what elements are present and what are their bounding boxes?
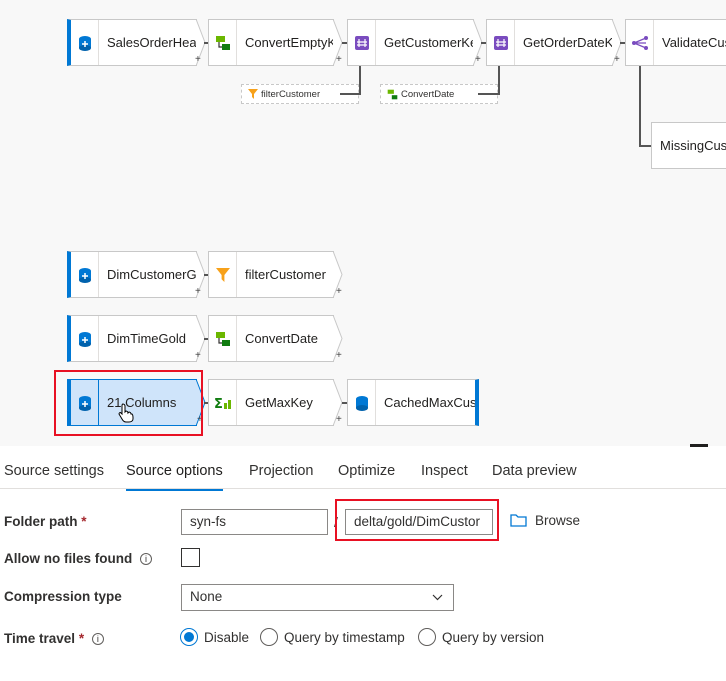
source-icon [71,316,99,361]
radio-label: Query by timestamp [284,629,405,645]
connector-line [639,66,641,146]
node-validate-customer[interactable]: ValidateCusto [625,19,726,66]
svg-text:Σ: Σ [214,397,223,410]
chevron-down-icon [432,594,443,601]
add-transform-icon[interactable]: + [336,350,342,361]
info-icon[interactable]: i [91,633,104,645]
node-label: GetOrderDateKey [523,35,612,50]
folder-path-label: Folder path * [4,514,87,529]
add-transform-icon[interactable]: + [614,54,620,65]
node-dim-time-gold[interactable]: DimTimeGold [67,315,197,362]
data-flow-canvas[interactable]: SalesOrderHea... + ConvertEmptyK... + Ge… [0,0,726,446]
connector-line [340,93,360,95]
node-dim-customer-gold[interactable]: DimCustomerG... [67,251,197,298]
node-filter-customer[interactable]: filterCustomer [208,251,334,298]
compression-type-select[interactable]: None [181,584,454,611]
folder-icon [510,514,527,527]
time-travel-label: Time travel * i [4,631,104,646]
tab-inspect[interactable]: Inspect [421,463,468,479]
radio-query-by-version[interactable]: Query by version [418,628,544,646]
tab-source-settings[interactable]: Source settings [4,463,104,479]
radio-label: Query by version [442,629,545,645]
node-label: SalesOrderHea... [107,35,196,50]
radio-unselected-icon [260,628,278,646]
ref-label: filterCustomer [261,88,321,100]
node-label: CachedMaxCust... [384,395,475,410]
connector-line [639,145,651,147]
node-label: ConvertEmptyK... [245,35,333,50]
splitter-handle[interactable] [690,444,708,447]
add-transform-icon[interactable]: + [336,54,342,65]
add-transform-icon[interactable]: + [195,54,201,65]
node-label: ConvertDate [245,331,318,346]
derived-column-icon [209,316,237,361]
node-convert-date[interactable]: ConvertDate [208,315,334,362]
browse-button[interactable]: Browse [510,513,580,528]
node-convert-empty-key[interactable]: ConvertEmptyK... [208,19,334,66]
add-transform-icon[interactable]: + [195,286,201,297]
node-label: DimTimeGold [107,331,186,346]
filter-icon [248,89,258,99]
compression-value: None [190,589,223,604]
add-transform-icon[interactable]: + [336,414,342,425]
sink-icon [348,380,376,425]
radio-selected-icon [180,628,198,646]
source-icon [71,252,99,297]
node-get-max-key[interactable]: Σ GetMaxKey [208,379,334,426]
settings-tabs: Source settings Source options Projectio… [0,455,726,491]
browse-label: Browse [535,513,581,528]
node-label: DimCustomerG... [107,267,196,282]
tab-data-preview[interactable]: Data preview [492,463,577,479]
radio-unselected-icon [418,628,436,646]
filter-icon [209,252,237,297]
conditional-split-icon [626,20,654,65]
aggregate-icon: Σ [209,380,237,425]
node-label: MissingCusto [660,138,726,153]
radio-label: Disable [204,629,250,645]
compression-type-label: Compression type [4,589,122,604]
derived-column-icon [209,20,237,65]
container-input[interactable]: syn-fs [181,509,328,535]
required-mark: * [78,631,85,646]
node-label: filterCustomer [245,267,326,282]
connector-line [498,66,500,95]
radio-query-by-timestamp[interactable]: Query by timestamp [260,628,405,646]
node-sales-order-header[interactable]: SalesOrderHea... [67,19,197,66]
ref-label: ConvertDate [401,88,455,100]
allow-no-files-label: Allow no files found i [4,551,153,566]
add-transform-icon[interactable]: + [336,286,342,297]
radio-disable[interactable]: Disable [180,628,249,646]
derived-column-icon [387,89,398,99]
highlight-box [54,370,203,436]
source-icon [71,20,99,65]
lookup-icon [487,20,515,65]
node-label: GetCustomerKey [384,35,473,50]
node-get-order-date-key[interactable]: GetOrderDateKey [486,19,613,66]
node-label: ValidateCusto [662,35,726,50]
connector-line [359,66,361,95]
node-missing-customer[interactable]: MissingCusto [651,122,726,169]
tab-projection[interactable]: Projection [249,463,313,479]
add-transform-icon[interactable]: + [475,54,481,65]
connector-line [478,93,499,95]
node-cached-max-customer[interactable]: CachedMaxCust... [347,379,479,426]
node-label: GetMaxKey [245,395,313,410]
add-transform-icon[interactable]: + [195,350,201,361]
required-mark: * [81,514,87,529]
node-get-customer-key[interactable]: GetCustomerKey [347,19,474,66]
highlight-box [335,499,499,541]
allow-no-files-checkbox[interactable] [181,548,200,567]
tab-optimize[interactable]: Optimize [338,463,395,479]
lookup-icon [348,20,376,65]
info-icon[interactable]: i [140,553,153,565]
tab-source-options[interactable]: Source options [126,463,223,491]
